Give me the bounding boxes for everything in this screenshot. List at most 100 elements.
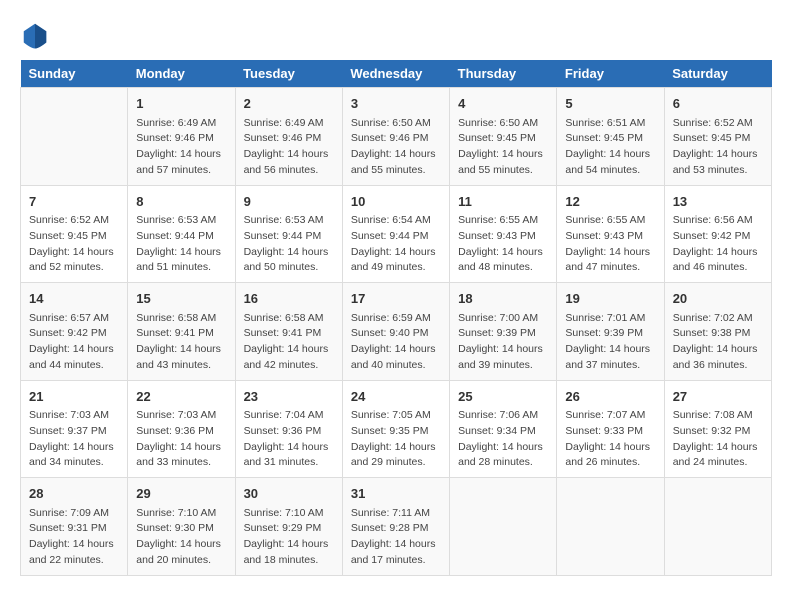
calendar-cell: 17Sunrise: 6:59 AM Sunset: 9:40 PM Dayli… [342,283,449,381]
day-number: 26 [565,387,655,407]
calendar-cell: 1Sunrise: 6:49 AM Sunset: 9:46 PM Daylig… [128,88,235,186]
day-number: 30 [244,484,334,504]
day-number: 1 [136,94,226,114]
calendar-cell: 25Sunrise: 7:06 AM Sunset: 9:34 PM Dayli… [450,380,557,478]
cell-content: Sunrise: 6:55 AM Sunset: 9:43 PM Dayligh… [565,213,655,276]
day-number: 21 [29,387,119,407]
calendar-cell: 30Sunrise: 7:10 AM Sunset: 9:29 PM Dayli… [235,478,342,576]
day-header-sunday: Sunday [21,60,128,88]
day-number: 15 [136,289,226,309]
week-row-3: 14Sunrise: 6:57 AM Sunset: 9:42 PM Dayli… [21,283,772,381]
calendar-cell: 15Sunrise: 6:58 AM Sunset: 9:41 PM Dayli… [128,283,235,381]
logo [20,20,54,50]
cell-content: Sunrise: 6:49 AM Sunset: 9:46 PM Dayligh… [244,116,334,179]
calendar-cell [557,478,664,576]
cell-content: Sunrise: 7:09 AM Sunset: 9:31 PM Dayligh… [29,506,119,569]
calendar-cell: 16Sunrise: 6:58 AM Sunset: 9:41 PM Dayli… [235,283,342,381]
calendar-cell [21,88,128,186]
calendar-cell: 9Sunrise: 6:53 AM Sunset: 9:44 PM Daylig… [235,185,342,283]
day-number: 16 [244,289,334,309]
cell-content: Sunrise: 6:58 AM Sunset: 9:41 PM Dayligh… [136,311,226,374]
day-number: 5 [565,94,655,114]
page-header [20,20,772,50]
calendar-cell [450,478,557,576]
calendar-cell: 13Sunrise: 6:56 AM Sunset: 9:42 PM Dayli… [664,185,771,283]
week-row-2: 7Sunrise: 6:52 AM Sunset: 9:45 PM Daylig… [21,185,772,283]
day-number: 24 [351,387,441,407]
week-row-5: 28Sunrise: 7:09 AM Sunset: 9:31 PM Dayli… [21,478,772,576]
day-number: 10 [351,192,441,212]
cell-content: Sunrise: 7:04 AM Sunset: 9:36 PM Dayligh… [244,408,334,471]
calendar-cell: 4Sunrise: 6:50 AM Sunset: 9:45 PM Daylig… [450,88,557,186]
day-number: 2 [244,94,334,114]
cell-content: Sunrise: 6:50 AM Sunset: 9:45 PM Dayligh… [458,116,548,179]
cell-content: Sunrise: 7:02 AM Sunset: 9:38 PM Dayligh… [673,311,763,374]
cell-content: Sunrise: 7:03 AM Sunset: 9:36 PM Dayligh… [136,408,226,471]
calendar-cell: 7Sunrise: 6:52 AM Sunset: 9:45 PM Daylig… [21,185,128,283]
cell-content: Sunrise: 6:59 AM Sunset: 9:40 PM Dayligh… [351,311,441,374]
calendar-cell: 14Sunrise: 6:57 AM Sunset: 9:42 PM Dayli… [21,283,128,381]
day-number: 6 [673,94,763,114]
day-number: 23 [244,387,334,407]
day-header-monday: Monday [128,60,235,88]
calendar-cell: 2Sunrise: 6:49 AM Sunset: 9:46 PM Daylig… [235,88,342,186]
cell-content: Sunrise: 6:58 AM Sunset: 9:41 PM Dayligh… [244,311,334,374]
day-number: 18 [458,289,548,309]
cell-content: Sunrise: 7:11 AM Sunset: 9:28 PM Dayligh… [351,506,441,569]
calendar-cell: 23Sunrise: 7:04 AM Sunset: 9:36 PM Dayli… [235,380,342,478]
day-header-friday: Friday [557,60,664,88]
calendar-cell: 11Sunrise: 6:55 AM Sunset: 9:43 PM Dayli… [450,185,557,283]
calendar-cell: 18Sunrise: 7:00 AM Sunset: 9:39 PM Dayli… [450,283,557,381]
week-row-4: 21Sunrise: 7:03 AM Sunset: 9:37 PM Dayli… [21,380,772,478]
day-number: 8 [136,192,226,212]
day-number: 14 [29,289,119,309]
calendar-cell: 21Sunrise: 7:03 AM Sunset: 9:37 PM Dayli… [21,380,128,478]
day-number: 9 [244,192,334,212]
calendar-cell: 19Sunrise: 7:01 AM Sunset: 9:39 PM Dayli… [557,283,664,381]
calendar-cell: 5Sunrise: 6:51 AM Sunset: 9:45 PM Daylig… [557,88,664,186]
calendar-cell: 24Sunrise: 7:05 AM Sunset: 9:35 PM Dayli… [342,380,449,478]
calendar-cell: 6Sunrise: 6:52 AM Sunset: 9:45 PM Daylig… [664,88,771,186]
day-number: 29 [136,484,226,504]
cell-content: Sunrise: 7:10 AM Sunset: 9:30 PM Dayligh… [136,506,226,569]
calendar-cell: 29Sunrise: 7:10 AM Sunset: 9:30 PM Dayli… [128,478,235,576]
day-number: 31 [351,484,441,504]
calendar-cell: 12Sunrise: 6:55 AM Sunset: 9:43 PM Dayli… [557,185,664,283]
cell-content: Sunrise: 7:01 AM Sunset: 9:39 PM Dayligh… [565,311,655,374]
cell-content: Sunrise: 7:00 AM Sunset: 9:39 PM Dayligh… [458,311,548,374]
day-number: 11 [458,192,548,212]
cell-content: Sunrise: 6:52 AM Sunset: 9:45 PM Dayligh… [29,213,119,276]
day-header-thursday: Thursday [450,60,557,88]
day-number: 22 [136,387,226,407]
day-number: 4 [458,94,548,114]
cell-content: Sunrise: 6:49 AM Sunset: 9:46 PM Dayligh… [136,116,226,179]
cell-content: Sunrise: 6:53 AM Sunset: 9:44 PM Dayligh… [136,213,226,276]
day-number: 28 [29,484,119,504]
cell-content: Sunrise: 7:07 AM Sunset: 9:33 PM Dayligh… [565,408,655,471]
calendar-cell: 28Sunrise: 7:09 AM Sunset: 9:31 PM Dayli… [21,478,128,576]
cell-content: Sunrise: 6:52 AM Sunset: 9:45 PM Dayligh… [673,116,763,179]
cell-content: Sunrise: 6:56 AM Sunset: 9:42 PM Dayligh… [673,213,763,276]
day-number: 12 [565,192,655,212]
calendar-cell: 3Sunrise: 6:50 AM Sunset: 9:46 PM Daylig… [342,88,449,186]
calendar-cell: 20Sunrise: 7:02 AM Sunset: 9:38 PM Dayli… [664,283,771,381]
day-header-saturday: Saturday [664,60,771,88]
week-row-1: 1Sunrise: 6:49 AM Sunset: 9:46 PM Daylig… [21,88,772,186]
calendar-cell [664,478,771,576]
cell-content: Sunrise: 6:55 AM Sunset: 9:43 PM Dayligh… [458,213,548,276]
day-number: 13 [673,192,763,212]
cell-content: Sunrise: 7:06 AM Sunset: 9:34 PM Dayligh… [458,408,548,471]
day-number: 3 [351,94,441,114]
calendar-cell: 22Sunrise: 7:03 AM Sunset: 9:36 PM Dayli… [128,380,235,478]
cell-content: Sunrise: 7:10 AM Sunset: 9:29 PM Dayligh… [244,506,334,569]
day-number: 27 [673,387,763,407]
cell-content: Sunrise: 6:51 AM Sunset: 9:45 PM Dayligh… [565,116,655,179]
day-number: 20 [673,289,763,309]
day-header-tuesday: Tuesday [235,60,342,88]
cell-content: Sunrise: 7:08 AM Sunset: 9:32 PM Dayligh… [673,408,763,471]
calendar-cell: 8Sunrise: 6:53 AM Sunset: 9:44 PM Daylig… [128,185,235,283]
calendar-cell: 26Sunrise: 7:07 AM Sunset: 9:33 PM Dayli… [557,380,664,478]
day-number: 7 [29,192,119,212]
calendar-cell: 10Sunrise: 6:54 AM Sunset: 9:44 PM Dayli… [342,185,449,283]
day-header-wednesday: Wednesday [342,60,449,88]
